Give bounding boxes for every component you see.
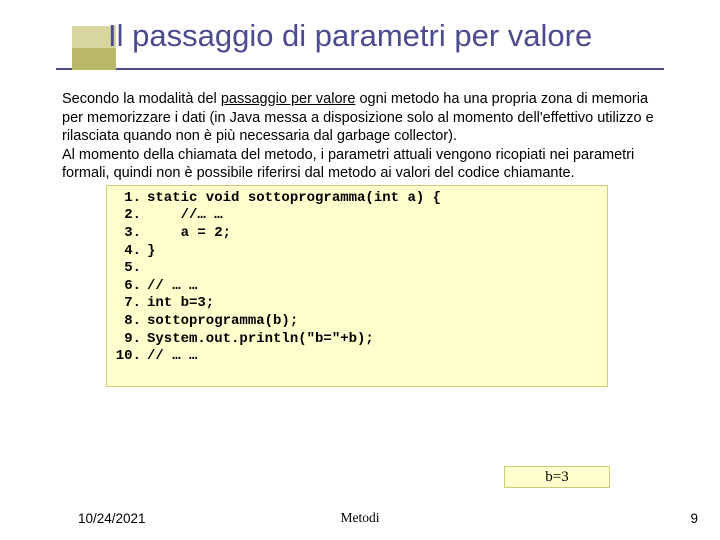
slide-title: Il passaggio di parametri per valore — [108, 18, 592, 54]
code-line: 5. — [115, 260, 599, 278]
code-line: 2. //… … — [115, 207, 599, 225]
code-line: 3. a = 2; — [115, 225, 599, 243]
footer-center: Metodi — [341, 510, 380, 526]
divider — [56, 68, 664, 70]
code-line: 1.static void sottoprogramma(int a) { — [115, 190, 599, 208]
code-line: 9.System.out.println("b="+b); — [115, 331, 599, 349]
footer-date: 10/24/2021 — [78, 511, 146, 526]
code-line: 7.int b=3; — [115, 295, 599, 313]
output-box: b=3 — [504, 466, 610, 488]
code-line: 4.} — [115, 243, 599, 261]
code-line: 6.// … … — [115, 278, 599, 296]
text-before: Secondo la modalità del — [62, 91, 221, 107]
code-line: 10.// … … — [115, 348, 599, 366]
underlined-term: passaggio per valore — [221, 91, 356, 107]
body-content: Secondo la modalità del passaggio per va… — [62, 90, 664, 387]
header: Il passaggio di parametri per valore — [0, 0, 720, 72]
paragraph-2: Al momento della chiamata del metodo, i … — [62, 146, 664, 183]
code-line: 8.sottoprogramma(b); — [115, 313, 599, 331]
code-block: 1.static void sottoprogramma(int a) { 2.… — [106, 185, 608, 387]
page-number: 9 — [690, 511, 698, 526]
paragraph-1: Secondo la modalità del passaggio per va… — [62, 90, 664, 146]
